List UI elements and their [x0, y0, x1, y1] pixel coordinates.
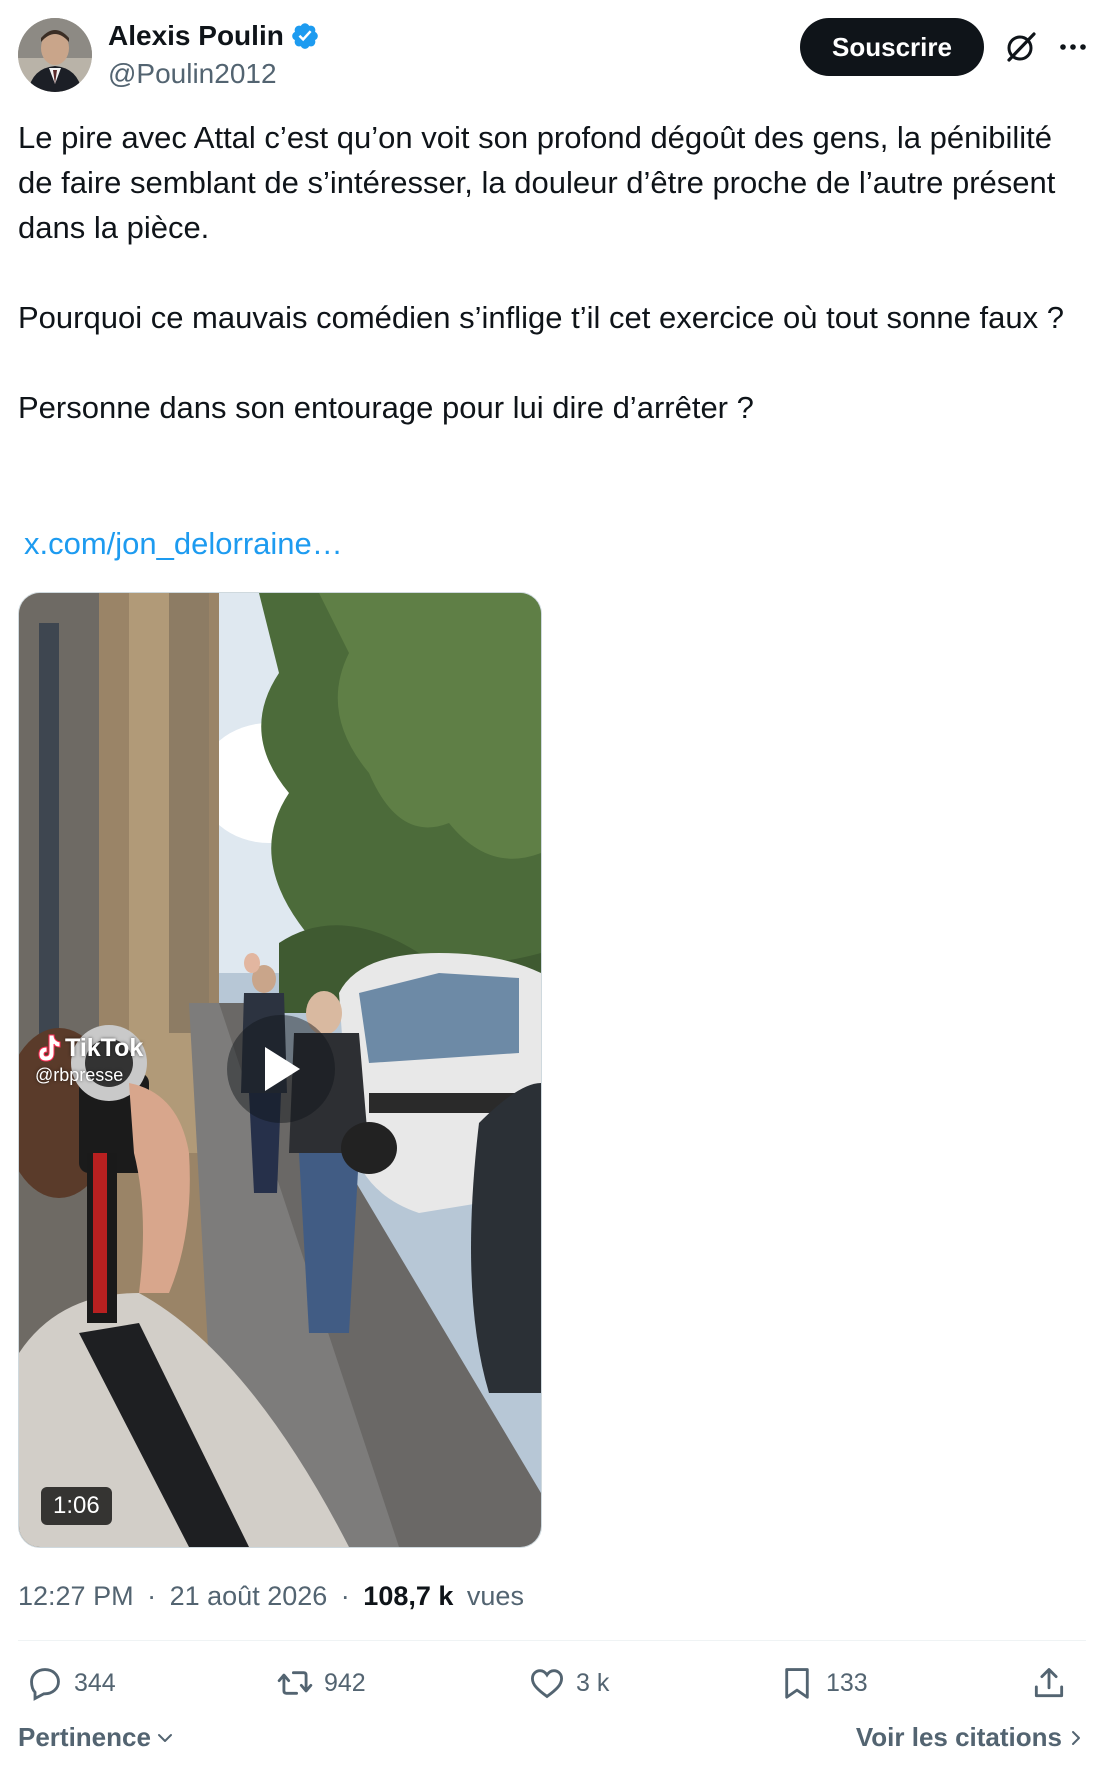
tweet-link[interactable]: x.com/jon_delorraine…: [24, 521, 343, 566]
chevron-down-icon: [157, 1733, 172, 1742]
tiktok-brand: TikTok: [35, 1033, 143, 1063]
video-duration: 1:06: [41, 1487, 112, 1525]
sort-dropdown[interactable]: Pertinence: [18, 1722, 175, 1753]
tiktok-user: @rbpresse: [35, 1065, 124, 1085]
action-bar: 344 942 3 k 133: [18, 1660, 1086, 1706]
tweet-header: Alexis Poulin @Poulin2012 Souscrire: [18, 18, 1086, 94]
display-name[interactable]: Alexis Poulin: [108, 18, 284, 54]
tweet-paragraph: Personne dans son entourage pour lui dir…: [18, 390, 754, 425]
verified-badge-icon: [292, 23, 318, 49]
share-icon: [1034, 1668, 1064, 1698]
tweet-date[interactable]: 21 août 2026: [170, 1581, 328, 1611]
play-button[interactable]: [227, 1015, 335, 1123]
meta-separator: ·: [147, 1581, 157, 1611]
like-button[interactable]: 3 k: [528, 1660, 609, 1706]
repost-icon: [277, 1671, 313, 1695]
views-label: vues: [466, 1581, 524, 1611]
views-count: 108,7 k: [363, 1581, 454, 1611]
meta-separator: ·: [340, 1581, 350, 1611]
divider: [18, 1640, 1086, 1641]
repost-button[interactable]: 942: [276, 1660, 366, 1706]
user-block: Alexis Poulin @Poulin2012: [108, 18, 320, 92]
bookmark-count: 133: [826, 1668, 868, 1697]
like-count: 3 k: [576, 1668, 610, 1697]
reply-button[interactable]: 344: [26, 1660, 116, 1706]
bookmark-button[interactable]: 133: [778, 1660, 868, 1706]
more-icon[interactable]: [1058, 32, 1088, 62]
play-icon: [265, 1047, 300, 1091]
tiktok-watermark: TikTok @rbpresse: [35, 1033, 143, 1086]
bookmark-icon: [785, 1668, 809, 1699]
view-quotes-link[interactable]: Voir les citations: [856, 1722, 1086, 1753]
video-player[interactable]: TikTok @rbpresse 1:06: [18, 592, 542, 1548]
tweet-paragraph: Pourquoi ce mauvais comédien s’inflige t…: [18, 300, 1064, 335]
grok-icon[interactable]: [1003, 29, 1039, 65]
display-name-row: Alexis Poulin: [108, 18, 320, 54]
avatar[interactable]: [18, 18, 92, 92]
chevron-right-icon: [1072, 1730, 1080, 1745]
share-button[interactable]: [1030, 1660, 1078, 1706]
tweet-paragraph: Le pire avec Attal c’est qu’on voit son …: [18, 120, 1056, 245]
quotes-label: Voir les citations: [855, 1722, 1062, 1752]
tweet-text: Le pire avec Attal c’est qu’on voit son …: [18, 115, 1078, 430]
handle[interactable]: @Poulin2012: [108, 56, 320, 92]
tweet-time[interactable]: 12:27 PM: [18, 1581, 134, 1611]
reply-count: 344: [74, 1668, 116, 1697]
tiktok-brand-label: TikTok: [65, 1033, 144, 1062]
tweet-page: Alexis Poulin @Poulin2012 Souscrire Le p…: [0, 0, 1104, 1777]
reply-icon: [30, 1668, 60, 1701]
avatar-image: [18, 18, 92, 92]
tweet-meta: 12:27 PM · 21 août 2026 · 108,7 k vues: [18, 1578, 524, 1614]
sort-label: Pertinence: [18, 1722, 151, 1752]
like-icon: [531, 1669, 563, 1699]
subscribe-button[interactable]: Souscrire: [800, 18, 984, 76]
tiktok-icon: [38, 1034, 61, 1062]
replies-header: Pertinence Voir les citations: [18, 1722, 1086, 1762]
repost-count: 942: [324, 1668, 366, 1697]
